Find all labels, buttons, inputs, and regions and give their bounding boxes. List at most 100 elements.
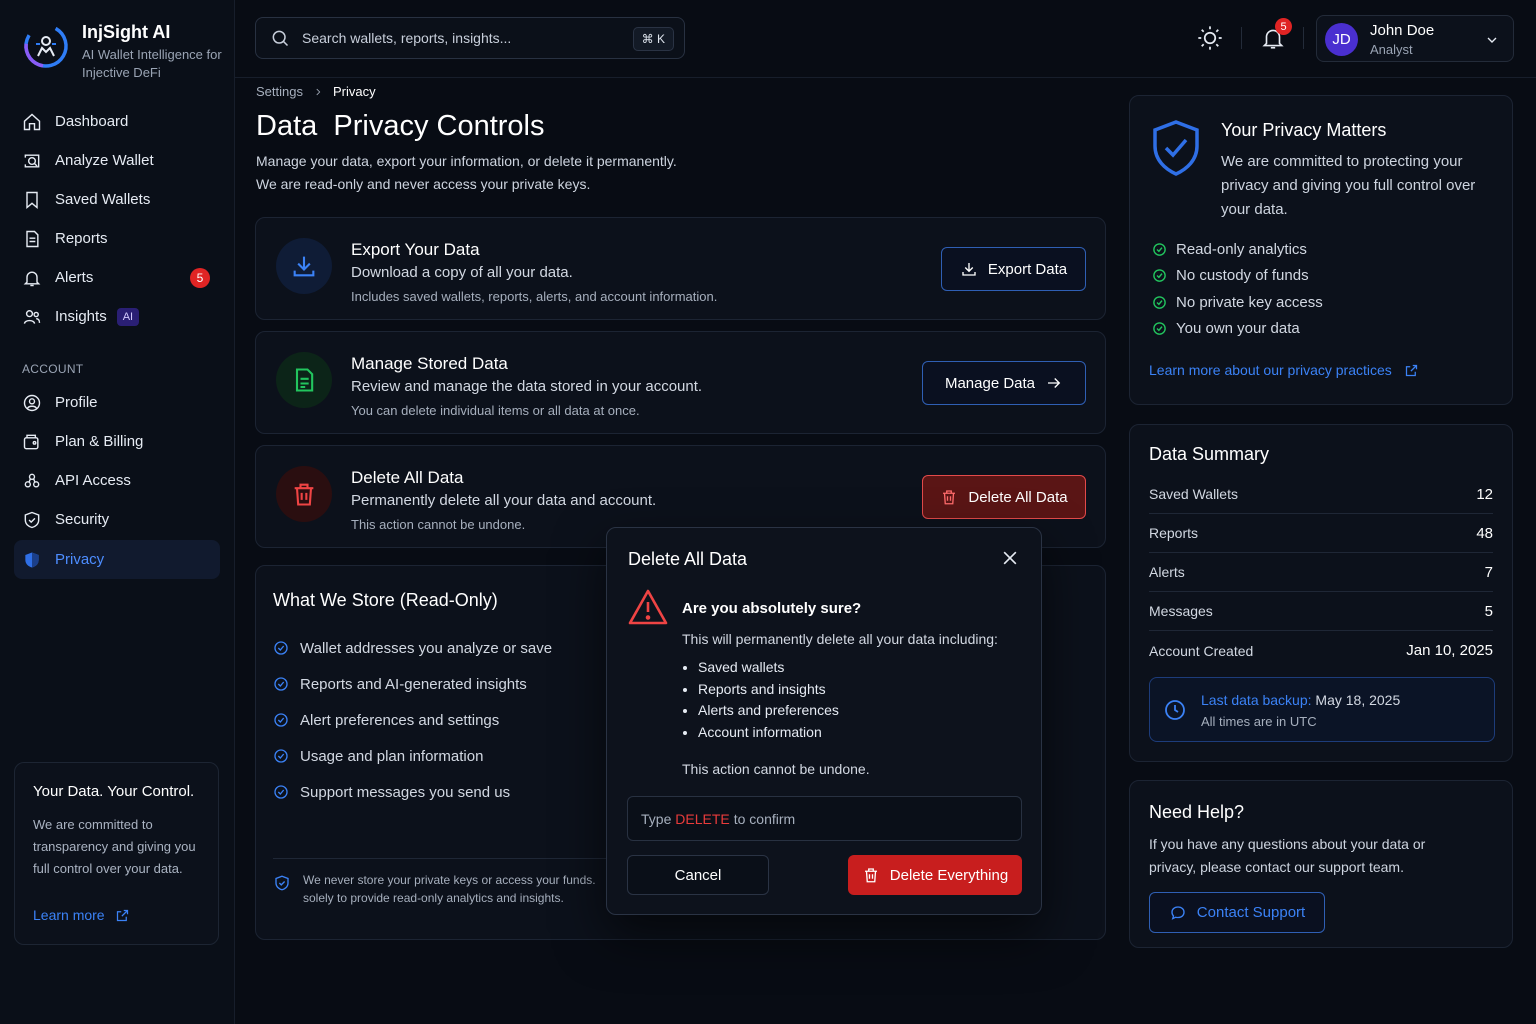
nav-item-dashboard[interactable]: Dashboard <box>14 102 220 141</box>
stored-items-list: Wallet addresses you analyze or save Rep… <box>273 630 552 810</box>
privacy-practices-label: Learn more about our privacy practices <box>1149 362 1392 378</box>
list-item: Support messages you send us <box>273 774 552 810</box>
nav-item-profile[interactable]: Profile <box>14 383 220 422</box>
contact-support-button[interactable]: Contact Support <box>1149 892 1325 933</box>
export-data-button[interactable]: Export Data <box>941 247 1086 291</box>
check-circle-icon <box>1153 269 1166 283</box>
list-item: Read-only analytics <box>1152 236 1323 263</box>
delete-confirm-input[interactable]: Type DELETE to confirm <box>627 796 1022 841</box>
manage-data-label: Manage Data <box>944 374 1036 392</box>
data-control-title: Your Data. Your Control. <box>33 783 195 800</box>
summary-value: Jan 10, 2025 <box>1406 642 1493 659</box>
trash-icon <box>943 490 956 505</box>
summary-value: 48 <box>1476 524 1493 542</box>
backup-info: Last data backup: May 18, 2025 All times… <box>1149 677 1495 742</box>
nav-label: Security <box>55 511 110 528</box>
ai-tag-badge: AI <box>116 307 140 326</box>
manage-data-button[interactable]: Manage Data <box>922 361 1086 405</box>
nav-item-alerts[interactable]: Alerts 5 <box>14 258 220 297</box>
breadcrumb: Settings Privacy <box>256 84 376 99</box>
nav-item-security[interactable]: Security <box>14 500 220 539</box>
summary-row: Reports 48 <box>1149 514 1493 553</box>
list-item: Wallet addresses you analyze or save <box>273 630 552 666</box>
nav-item-saved-wallets[interactable]: Saved Wallets <box>14 180 220 219</box>
manage-note: You can delete individual items or all d… <box>351 403 640 418</box>
shield-check-icon <box>1153 120 1199 176</box>
store-footer-line: We never store your private keys or acce… <box>303 873 596 887</box>
nav-item-analyze-wallet[interactable]: Analyze Wallet <box>14 141 220 180</box>
nav-item-insights[interactable]: Insights AI <box>14 297 220 336</box>
nav-label: API Access <box>55 472 131 489</box>
confirm-prefix: Type <box>641 810 672 827</box>
external-link-icon <box>1405 364 1417 376</box>
download-icon <box>293 256 315 277</box>
search-box[interactable]: ⌘ K <box>255 17 685 59</box>
nav-item-reports[interactable]: Reports <box>14 219 220 258</box>
summary-value: 12 <box>1476 485 1493 503</box>
learn-more-link[interactable]: Learn more <box>33 907 130 923</box>
users-icon <box>23 309 41 324</box>
trash-icon <box>294 483 314 506</box>
list-item: Saved wallets <box>698 659 839 681</box>
backup-date: May 18, 2025 <box>1315 692 1401 708</box>
delete-all-data-button[interactable]: Delete All Data <box>922 475 1086 519</box>
arrow-right-icon <box>1048 378 1061 388</box>
summary-row: Account Created Jan 10, 2025 <box>1149 631 1493 670</box>
brand-name: InjSight AI <box>82 22 171 42</box>
page-description: Manage your data, export your informatio… <box>256 150 677 196</box>
export-icon-circle <box>276 238 332 294</box>
brand-logo-icon[interactable] <box>22 22 70 70</box>
nav-label: Alerts <box>55 269 94 286</box>
search-input[interactable] <box>302 30 622 46</box>
backup-label: Last data backup: <box>1201 692 1312 708</box>
summary-label: Account Created <box>1149 642 1254 659</box>
search-shortcut-hint: ⌘ K <box>632 27 674 51</box>
dialog-title: Delete All Data <box>628 549 748 569</box>
user-name: John Doe <box>1370 22 1435 39</box>
list-item: Account information <box>698 724 839 746</box>
summary-row: Messages 5 <box>1149 592 1493 631</box>
theme-toggle-button[interactable] <box>1196 24 1226 54</box>
nav-item-api-access[interactable]: API Access <box>14 461 220 500</box>
cancel-button[interactable]: Cancel <box>627 855 769 895</box>
store-footer-note: We never store your private keys or acce… <box>273 858 653 907</box>
dialog-question: Are you absolutely sure? <box>682 600 862 617</box>
summary-label: Messages <box>1149 603 1213 619</box>
chat-bubble-icon <box>1171 905 1185 920</box>
close-button[interactable] <box>1000 548 1020 568</box>
billing-icon <box>23 434 39 449</box>
avatar: JD <box>1325 23 1358 56</box>
nav-item-privacy[interactable]: Privacy <box>14 540 220 579</box>
privacy-matters-title: Your Privacy Matters <box>1221 120 1387 140</box>
notification-count-badge: 5 <box>1275 18 1292 35</box>
delete-all-data-label: Delete All Data <box>968 488 1068 506</box>
delete-everything-button[interactable]: Delete Everything <box>848 855 1022 895</box>
stored-item-label: Support messages you send us <box>300 783 511 801</box>
nav-label: Analyze Wallet <box>55 152 154 169</box>
page-description-line: Manage your data, export your informatio… <box>256 153 677 169</box>
manage-data-card: Manage Stored Data Review and manage the… <box>255 331 1106 434</box>
contact-support-label: Contact Support <box>1196 904 1306 921</box>
nav-label: Dashboard <box>55 113 129 130</box>
delete-everything-label: Delete Everything <box>889 866 1009 884</box>
stored-item-label: Usage and plan information <box>300 747 484 765</box>
list-item: Usage and plan information <box>273 738 552 774</box>
manage-title: Manage Stored Data <box>351 354 508 373</box>
check-circle-icon <box>1153 322 1166 336</box>
user-menu[interactable]: JD John Doe Analyst <box>1316 15 1514 62</box>
privacy-practices-link[interactable]: Learn more about our privacy practices <box>1149 362 1419 378</box>
confirm-suffix: to confirm <box>733 810 796 827</box>
privacy-matters-desc: We are committed to protecting your priv… <box>1221 153 1476 218</box>
breadcrumb-settings[interactable]: Settings <box>256 84 303 99</box>
timezone-note: All times are in UTC <box>1201 714 1317 729</box>
shield-icon <box>24 511 40 528</box>
nav-label: Reports <box>55 230 108 247</box>
export-data-label: Export Data <box>987 260 1068 278</box>
bell-icon <box>23 271 41 286</box>
manage-icon-circle <box>276 352 332 408</box>
nav-item-plan-billing[interactable]: Plan & Billing <box>14 422 220 461</box>
user-circle-icon <box>23 394 41 411</box>
search-icon <box>272 30 289 47</box>
what-we-store-title: What We Store (Read-Only) <box>273 590 498 610</box>
alerts-count-badge: 5 <box>190 268 210 288</box>
